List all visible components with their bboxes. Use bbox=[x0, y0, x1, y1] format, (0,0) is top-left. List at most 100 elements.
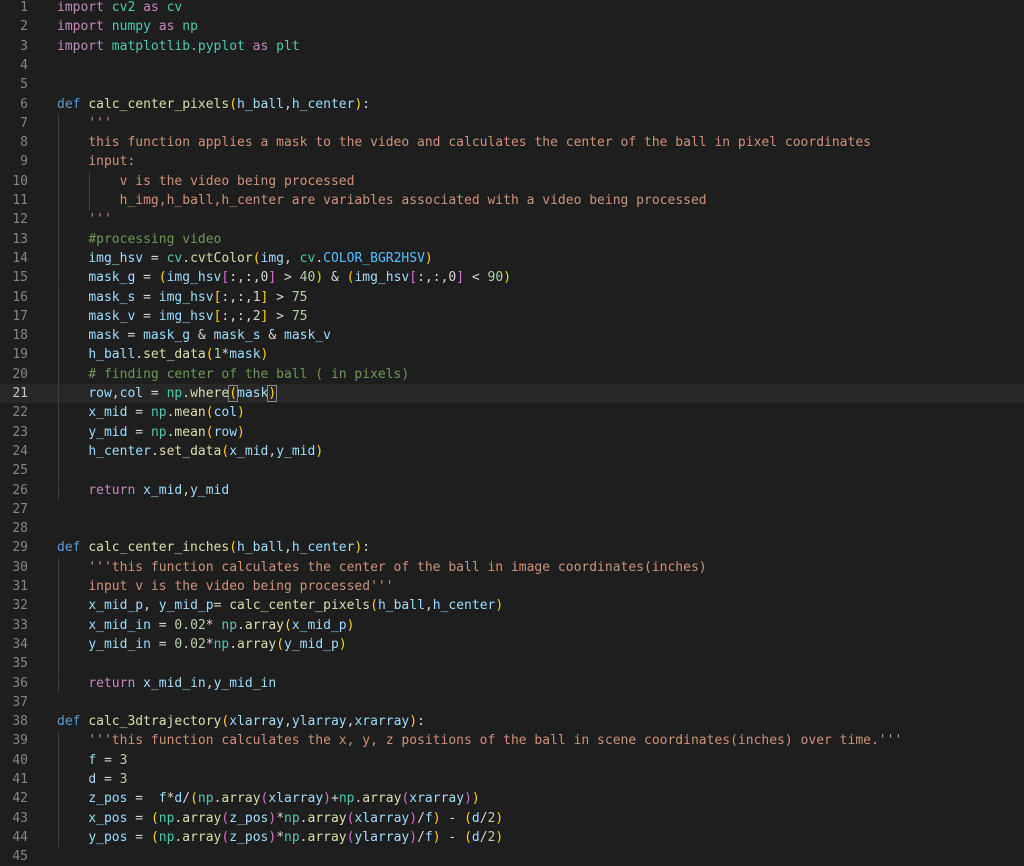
code-token: ) bbox=[267, 385, 278, 402]
code-token: mask_g bbox=[143, 328, 191, 344]
code-token: return bbox=[88, 675, 136, 691]
code-line[interactable]: 8 this function applies a mask to the vid… bbox=[0, 133, 1024, 153]
code-line[interactable]: 22 x_mid = np.mean(col) bbox=[0, 403, 1024, 423]
code-token: = bbox=[135, 308, 159, 324]
code-line[interactable]: 34 y_mid_in = 0.02*np.array(y_mid_p) bbox=[0, 634, 1024, 655]
code-token: np bbox=[150, 424, 167, 440]
code-line[interactable]: 26 return x_mid,y_mid bbox=[0, 480, 1024, 500]
code-line[interactable]: 3 import matplotlib.pyplot as plt bbox=[0, 37, 1024, 56]
code-line[interactable]: 39 '''this function calculates the x, y, … bbox=[0, 731, 1024, 751]
code-token: xlarray bbox=[229, 714, 284, 730]
code-line[interactable]: 12 ''' bbox=[0, 210, 1024, 230]
code-token: ) bbox=[424, 250, 433, 266]
code-line[interactable]: 24 h_center.set_data(x_mid,y_mid) bbox=[0, 441, 1024, 462]
code-line[interactable]: 43 x_pos = (np.array(z_pos)*np.array(xlar… bbox=[0, 808, 1024, 828]
code-line[interactable]: 1 import cv2 as cv bbox=[0, 0, 1024, 17]
code-line[interactable]: 6 def calc_center_pixels(h_ball,h_center)… bbox=[0, 95, 1024, 114]
code-token: ) bbox=[432, 810, 441, 826]
code-token: , bbox=[284, 714, 292, 730]
code-token: np bbox=[166, 386, 183, 401]
code-token: , bbox=[284, 540, 292, 556]
code-line[interactable]: 41 d = 3 bbox=[0, 770, 1024, 790]
line-number: 13 bbox=[12, 231, 28, 247]
code-line[interactable]: 37 bbox=[0, 693, 1024, 712]
code-token: ( bbox=[229, 96, 238, 112]
code-token: ''' bbox=[88, 212, 112, 228]
code-line[interactable]: 44 y_pos = (np.array(z_pos)*np.array(ylar… bbox=[0, 827, 1024, 848]
code-token: mask bbox=[237, 386, 269, 401]
code-token: = bbox=[150, 617, 175, 633]
code-token: img_hsv bbox=[88, 250, 144, 266]
code-token: 90 bbox=[487, 270, 504, 286]
indent-guide bbox=[58, 248, 59, 269]
code-token: ( bbox=[370, 598, 378, 614]
code-line[interactable]: 35 bbox=[0, 654, 1024, 674]
code-line[interactable]: 5 bbox=[0, 75, 1024, 94]
code-token: + bbox=[330, 791, 339, 807]
code-line[interactable]: 23 y_mid = np.mean(row) bbox=[0, 422, 1024, 442]
line-number: 9 bbox=[20, 154, 28, 170]
code-line[interactable]: 19 h_ball.set_data(1*mask) bbox=[0, 345, 1024, 365]
code-token: ) bbox=[268, 829, 277, 845]
code-editor[interactable]: 1 import cv2 as cv 2 import numpy as np 3 imp… bbox=[0, 0, 1024, 864]
code-token: :,:,2 bbox=[221, 308, 261, 324]
indent-guide bbox=[58, 731, 59, 751]
code-token: y_mid_p bbox=[284, 636, 339, 652]
code-line[interactable]: 18 mask = mask_g & mask_s & mask_v bbox=[0, 326, 1024, 346]
code-line[interactable]: 28 bbox=[0, 519, 1024, 538]
code-line[interactable]: 9 input: bbox=[0, 152, 1024, 172]
indent-guide bbox=[58, 480, 59, 500]
code-line[interactable]: 13 #processing video bbox=[0, 229, 1024, 249]
code-token: np bbox=[284, 810, 300, 826]
code-token: calc_center_pixels bbox=[229, 598, 371, 614]
code-line[interactable]: 4 bbox=[0, 56, 1024, 75]
code-line[interactable]: 30 '''this function calculates the center… bbox=[0, 557, 1024, 577]
code-token: mask_s bbox=[88, 289, 136, 305]
code-line[interactable]: 25 bbox=[0, 461, 1024, 481]
code-token: . bbox=[182, 386, 191, 401]
line-number: 37 bbox=[12, 694, 28, 710]
code-token: y_mid_in bbox=[213, 675, 277, 691]
code-token: ) bbox=[346, 617, 355, 633]
code-line[interactable]: 2 import numpy as np bbox=[0, 17, 1024, 36]
code-line[interactable]: 31 input v is the video being processed''… bbox=[0, 577, 1024, 597]
code-line[interactable]: 7 ''' bbox=[0, 113, 1024, 134]
code-text: input: bbox=[88, 152, 135, 171]
code-line[interactable]: 14 img_hsv = cv.cvtColor(img, cv.COLOR_BG… bbox=[0, 248, 1024, 269]
code-text: return x_mid,y_mid bbox=[88, 481, 229, 500]
code-line[interactable]: 36 return x_mid_in,y_mid_in bbox=[0, 673, 1024, 693]
line-number: 5 bbox=[20, 77, 28, 93]
code-token: img_hsv bbox=[158, 308, 214, 324]
code-line[interactable]: 11 h_img,h_ball,h_center are variables as… bbox=[0, 191, 1024, 211]
code-line[interactable]: 16 mask_s = img_hsv[:,:,1] > 75 bbox=[0, 287, 1024, 307]
code-line[interactable]: 27 bbox=[0, 500, 1024, 519]
code-text: h_center.set_data(x_mid,y_mid) bbox=[88, 442, 323, 461]
code-token: ( bbox=[205, 405, 214, 421]
indent-guide bbox=[58, 808, 59, 828]
code-line[interactable]: 42 z_pos = f*d/(np.array(xlarray)+np.arra… bbox=[0, 789, 1024, 809]
code-line[interactable]: 40 f = 3 bbox=[0, 750, 1024, 770]
code-text: x_mid_in = 0.02* np.array(x_mid_p) bbox=[88, 616, 354, 635]
code-line[interactable]: 10 v is the video being processed bbox=[0, 171, 1024, 191]
code-line[interactable]: 21 row,col = np.where(mask) bbox=[0, 384, 1024, 404]
code-token: ) bbox=[471, 791, 480, 807]
code-line[interactable]: 32 x_mid_p, y_mid_p= calc_center_pixels(h… bbox=[0, 596, 1024, 616]
code-token: h_center bbox=[88, 443, 151, 459]
code-line[interactable]: 29 def calc_center_inches(h_ball,h_center… bbox=[0, 538, 1024, 557]
code-line[interactable]: 38 def calc_3dtrajectory(xlarray,ylarray,… bbox=[0, 712, 1024, 731]
code-line[interactable]: 17 mask_v = img_hsv[:,:,2] > 75 bbox=[0, 306, 1024, 327]
code-token: col bbox=[213, 405, 238, 421]
line-number: 16 bbox=[12, 289, 28, 305]
line-number: 28 bbox=[12, 521, 28, 537]
code-line[interactable]: 15 mask_g = (img_hsv[:,:,0] > 40) & (img_… bbox=[0, 268, 1024, 288]
code-line[interactable]: 33 x_mid_in = 0.02* np.array(x_mid_p) bbox=[0, 615, 1024, 635]
code-token: & bbox=[260, 328, 285, 344]
code-token: > bbox=[268, 289, 292, 305]
code-line[interactable]: 20 # finding center of the ball ( in pixe… bbox=[0, 364, 1024, 384]
line-number: 33 bbox=[12, 617, 28, 633]
code-token: y_mid bbox=[276, 443, 316, 459]
line-number: 18 bbox=[12, 328, 28, 344]
code-line[interactable]: 45 bbox=[0, 847, 1024, 866]
